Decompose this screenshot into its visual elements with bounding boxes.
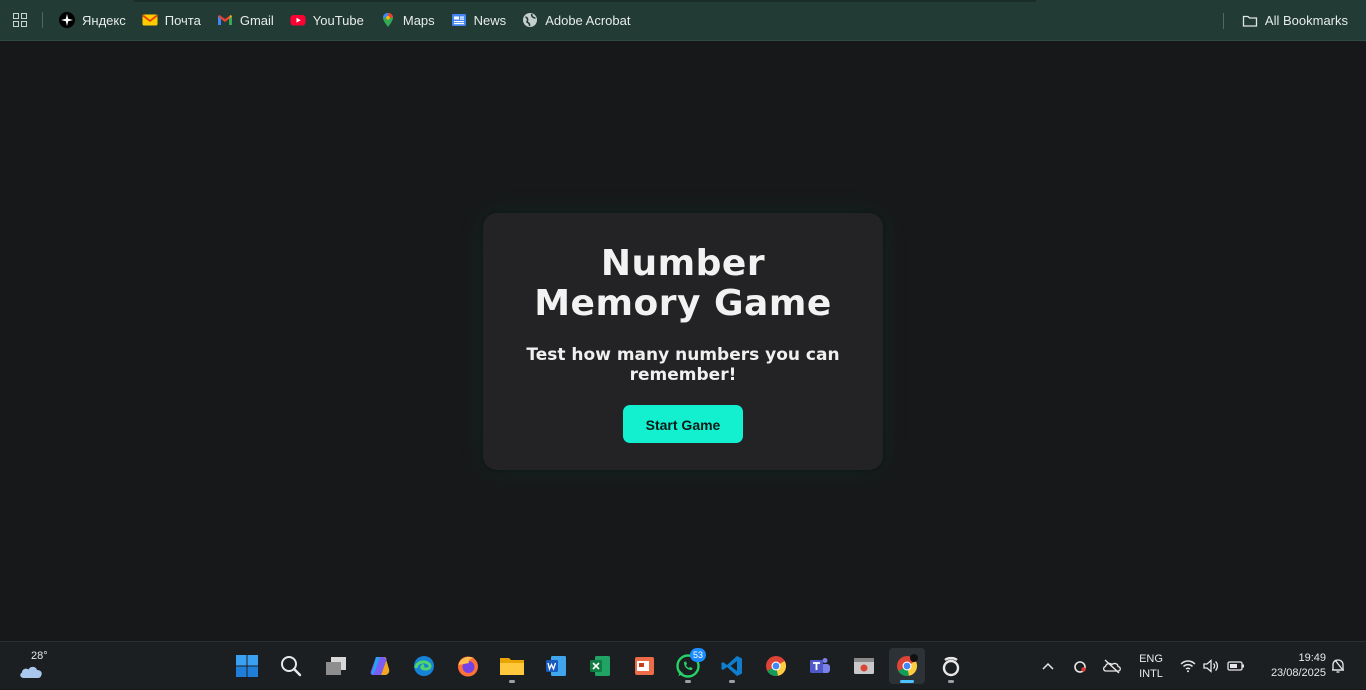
teams-icon bbox=[810, 658, 830, 673]
volume-button[interactable] bbox=[1201, 642, 1221, 690]
copilot-button[interactable] bbox=[362, 648, 398, 684]
show-hidden-icons-button[interactable] bbox=[1038, 642, 1058, 690]
clock-date: 23/08/2025 bbox=[1270, 667, 1326, 679]
notification-badge: 53 bbox=[690, 648, 706, 662]
edge-icon bbox=[414, 656, 434, 676]
folder-icon bbox=[1242, 13, 1258, 29]
globe-icon bbox=[522, 12, 538, 28]
search-icon bbox=[281, 656, 302, 677]
teams-button[interactable] bbox=[802, 648, 838, 684]
bookmark-yandex[interactable]: Яндекс bbox=[51, 6, 134, 34]
running-indicator bbox=[948, 680, 954, 683]
excel-button[interactable] bbox=[582, 648, 618, 684]
folder-icon bbox=[500, 658, 524, 675]
yandex-icon bbox=[59, 12, 75, 28]
bookmark-label: Почта bbox=[164, 12, 201, 28]
copilot-icon bbox=[370, 657, 390, 675]
bookmarks-divider bbox=[42, 12, 43, 28]
ring-tray-icon bbox=[1074, 661, 1086, 673]
word-icon bbox=[546, 656, 566, 676]
vscode-icon bbox=[721, 656, 742, 676]
start-button[interactable] bbox=[229, 648, 265, 684]
chrome-button[interactable] bbox=[758, 648, 794, 684]
firefox-button[interactable] bbox=[450, 648, 486, 684]
game-title: Number Memory Game bbox=[534, 243, 832, 324]
whatsapp-button[interactable]: 53 bbox=[670, 648, 706, 684]
wifi-icon bbox=[1180, 660, 1196, 673]
clock[interactable]: 19:49 23/08/2025 bbox=[1258, 651, 1326, 681]
task-view-icon bbox=[326, 657, 346, 675]
battery-icon bbox=[1227, 661, 1244, 671]
search-button[interactable] bbox=[273, 648, 309, 684]
firefox-icon bbox=[458, 656, 478, 677]
bookmark-label: YouTube bbox=[312, 12, 364, 28]
youtube-icon bbox=[290, 12, 306, 28]
ring-app-icon bbox=[942, 656, 960, 677]
windows-icon bbox=[236, 655, 258, 677]
wifi-button[interactable] bbox=[1178, 642, 1198, 690]
running-indicator bbox=[685, 680, 691, 683]
notifications-button[interactable] bbox=[1328, 642, 1348, 690]
battery-button[interactable] bbox=[1225, 642, 1247, 690]
powerpoint-button[interactable] bbox=[626, 648, 662, 684]
game-subtitle: Test how many numbers you can remember! bbox=[526, 345, 840, 385]
bookmark-maps[interactable]: Maps bbox=[372, 6, 443, 34]
chrome-app-button[interactable] bbox=[846, 648, 882, 684]
task-view-button[interactable] bbox=[318, 648, 354, 684]
tab-strip-edge bbox=[134, 0, 1036, 2]
maps-icon bbox=[380, 12, 396, 28]
file-explorer-button[interactable] bbox=[494, 648, 530, 684]
cloud-offline-icon bbox=[1103, 659, 1121, 674]
bookmark-label: Maps bbox=[402, 12, 435, 28]
apps-grid-icon[interactable] bbox=[0, 0, 40, 41]
bookmark-label: News bbox=[473, 12, 507, 28]
bookmark-news[interactable]: News bbox=[443, 6, 515, 34]
taskbar: 28° 53 ENG INTL 19:49 23/08/2025 bbox=[0, 641, 1366, 689]
speaker-icon bbox=[1203, 659, 1219, 673]
notification-bell-icon bbox=[1332, 659, 1344, 673]
bookmark-pochta[interactable]: Почта bbox=[134, 6, 209, 34]
mail-icon bbox=[142, 12, 158, 28]
all-bookmarks-area: All Bookmarks bbox=[1221, 0, 1356, 41]
chrome-profile-icon bbox=[897, 654, 918, 677]
running-indicator bbox=[509, 680, 515, 683]
keyboard-layout: INTL bbox=[1139, 668, 1163, 680]
openai-app-button[interactable] bbox=[933, 648, 969, 684]
powerpoint-icon bbox=[635, 657, 654, 675]
running-indicator bbox=[729, 680, 735, 683]
weather-widget[interactable]: 28° bbox=[18, 648, 58, 684]
start-game-button[interactable]: Start Game bbox=[623, 405, 743, 443]
chevron-up-icon bbox=[1042, 662, 1054, 670]
bookmark-adobe-acrobat[interactable]: Adobe Acrobat bbox=[514, 6, 638, 34]
all-bookmarks-label: All Bookmarks bbox=[1264, 13, 1348, 28]
edge-button[interactable] bbox=[406, 648, 442, 684]
gmail-icon bbox=[217, 12, 233, 28]
chrome-icon bbox=[766, 656, 787, 677]
bookmark-label: Gmail bbox=[239, 12, 274, 28]
clock-time: 19:49 bbox=[1298, 652, 1326, 664]
language-code: ENG bbox=[1139, 653, 1163, 665]
word-button[interactable] bbox=[538, 648, 574, 684]
bookmark-gmail[interactable]: Gmail bbox=[209, 6, 282, 34]
tray-app-button[interactable] bbox=[1070, 642, 1090, 690]
language-indicator[interactable]: ENG INTL bbox=[1136, 652, 1166, 682]
bookmark-label: Яндекс bbox=[82, 12, 126, 28]
bookmark-label: Adobe Acrobat bbox=[545, 12, 631, 28]
onedrive-button[interactable] bbox=[1100, 642, 1124, 690]
cloud-icon bbox=[20, 666, 42, 678]
bookmarks-bar: Яндекс Почта Gmail YouTube Maps News Ado… bbox=[0, 0, 1366, 41]
bookmarks-divider bbox=[1222, 12, 1224, 29]
active-indicator bbox=[900, 680, 914, 683]
vscode-button[interactable] bbox=[714, 648, 750, 684]
chrome-active-button[interactable] bbox=[889, 648, 925, 684]
weather-temperature: 28° bbox=[31, 650, 48, 662]
all-bookmarks-button[interactable]: All Bookmarks bbox=[1234, 7, 1356, 35]
game-card: Number Memory Game Test how many numbers… bbox=[483, 213, 883, 470]
app-window-icon bbox=[854, 658, 874, 674]
bookmark-youtube[interactable]: YouTube bbox=[282, 6, 372, 34]
news-icon bbox=[451, 12, 467, 28]
excel-icon bbox=[590, 656, 610, 676]
